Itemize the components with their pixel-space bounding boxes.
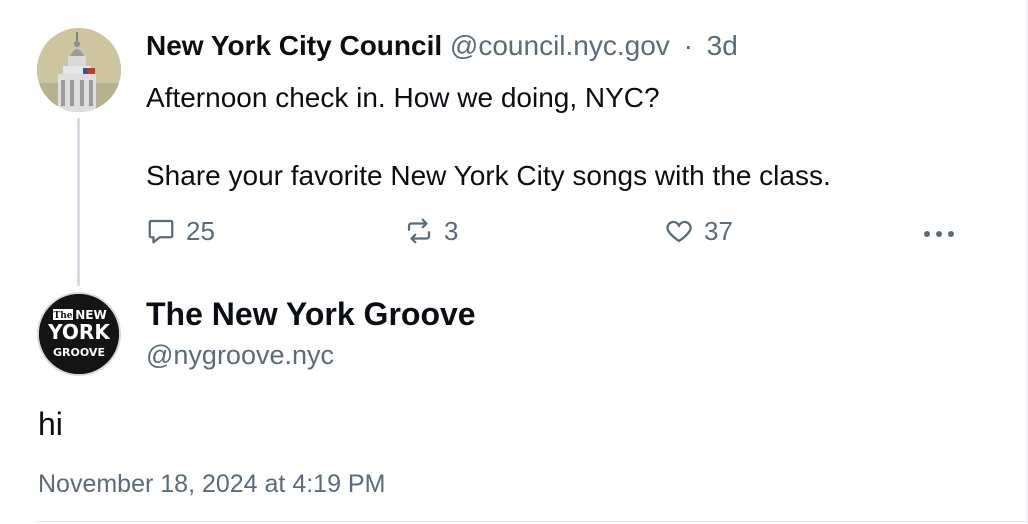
reply-author-handle[interactable]: @nygroove.nyc bbox=[146, 340, 334, 371]
city-hall-cupola-icon bbox=[37, 28, 121, 112]
post-age[interactable]: 3d bbox=[707, 30, 738, 61]
heart-icon bbox=[666, 220, 692, 243]
separator-dot: · bbox=[683, 30, 693, 61]
reply-button[interactable]: 25 bbox=[146, 212, 215, 250]
repost-button[interactable]: 3 bbox=[404, 212, 458, 250]
post-action-bar: 25 3 37 bbox=[146, 212, 966, 250]
parent-post-text-line-2: Share your favorite New York City songs … bbox=[146, 160, 831, 191]
svg-text:GROOVE: GROOVE bbox=[53, 346, 105, 359]
bottom-divider bbox=[37, 521, 1028, 522]
reply-bubble-icon bbox=[148, 219, 174, 244]
parent-post-text-line-1: Afternoon check in. How we doing, NYC? bbox=[146, 82, 660, 113]
parent-author-name[interactable]: New York City Council bbox=[146, 30, 442, 61]
more-dots-icon bbox=[924, 231, 954, 237]
like-count: 37 bbox=[704, 215, 733, 246]
repost-count: 3 bbox=[444, 215, 459, 246]
nygroove-avatar[interactable]: The NEW YORK GROOVE bbox=[37, 292, 121, 376]
parent-post-header: New York City Council @council.nyc.gov ·… bbox=[146, 30, 738, 62]
reply-author-name[interactable]: The New York Groove bbox=[146, 296, 476, 333]
like-button[interactable]: 37 bbox=[664, 212, 733, 250]
reply-count: 25 bbox=[186, 215, 215, 246]
reply-timestamp: November 18, 2024 at 4:19 PM bbox=[38, 470, 386, 498]
reply-post-text: hi bbox=[38, 406, 63, 442]
thread-connector-line bbox=[77, 118, 80, 286]
svg-text:YORK: YORK bbox=[47, 320, 111, 344]
parent-author-handle[interactable]: @council.nyc.gov bbox=[450, 30, 670, 61]
more-options-button[interactable] bbox=[920, 212, 958, 250]
new-york-groove-logo: The NEW YORK GROOVE bbox=[39, 294, 119, 374]
council-avatar[interactable] bbox=[37, 28, 121, 112]
repost-icon bbox=[407, 218, 431, 244]
